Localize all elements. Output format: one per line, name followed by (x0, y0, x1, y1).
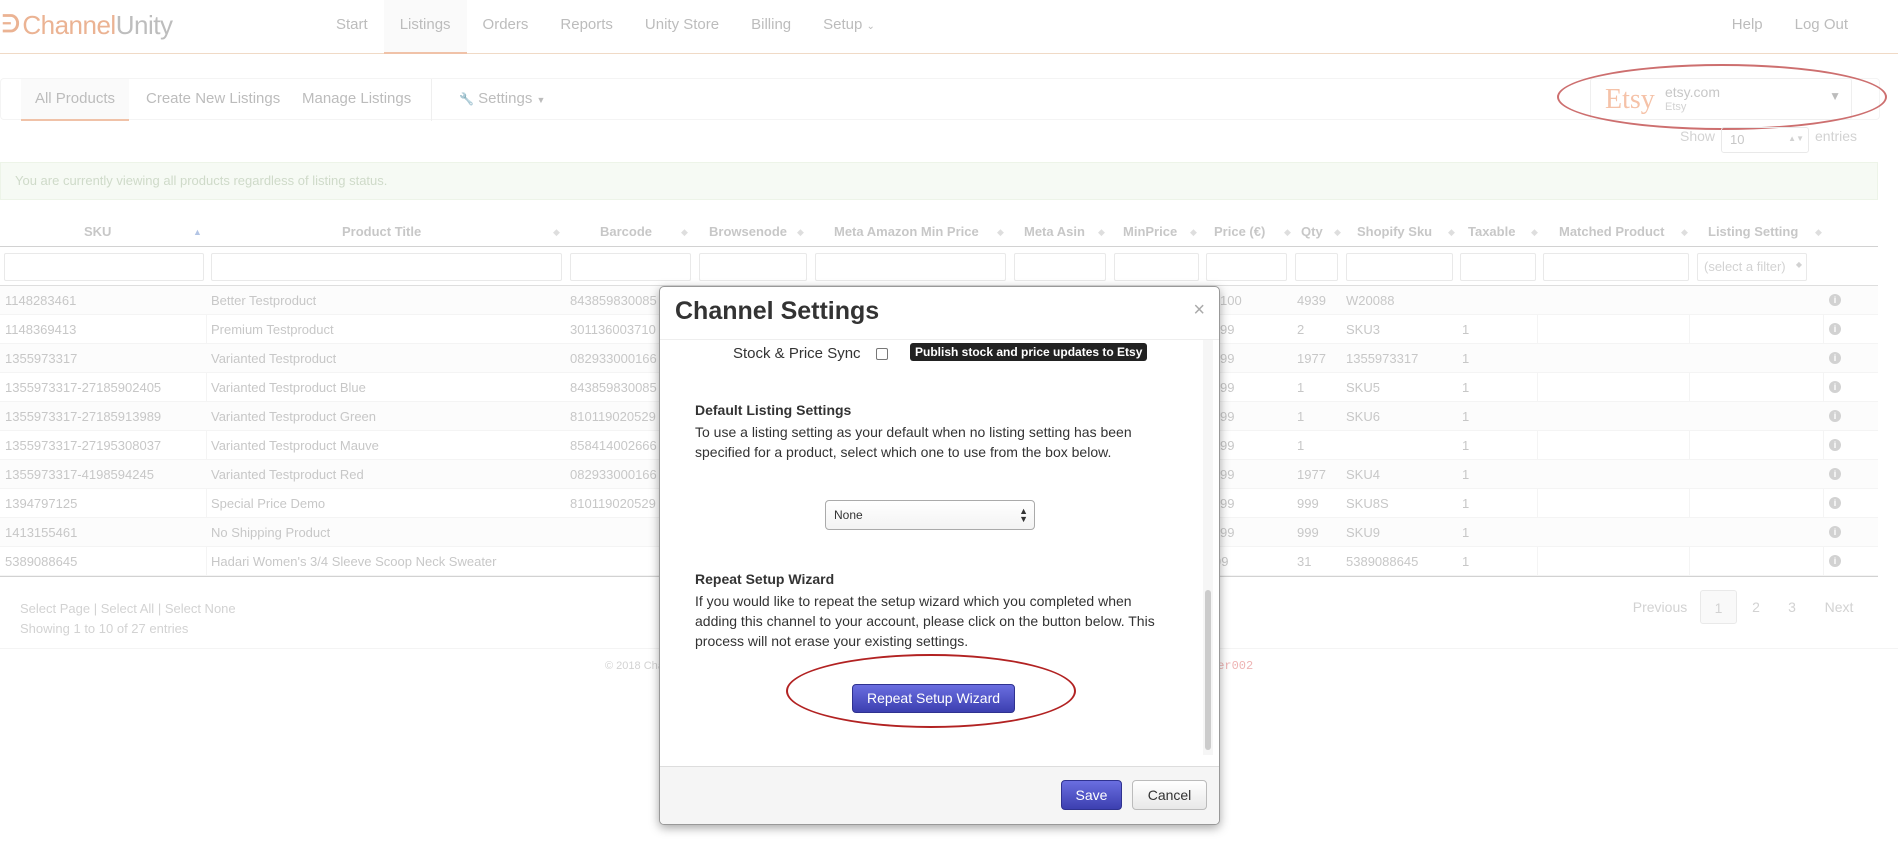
wizard-title: Repeat Setup Wizard (695, 571, 835, 587)
stock-price-sync-label: Stock & Price Sync (733, 345, 861, 362)
default-listing-select[interactable]: None ▲ ▼ (825, 500, 1035, 530)
default-listing-value: None (834, 508, 863, 522)
repeat-setup-wizard-button[interactable]: Repeat Setup Wizard (852, 684, 1015, 713)
close-icon[interactable]: × (1193, 299, 1205, 322)
modal-scrollbar[interactable] (1203, 340, 1213, 755)
modal-body: Stock & Price Sync Publish stock and pri… (660, 339, 1219, 755)
channel-settings-modal: Channel Settings × Stock & Price Sync Pu… (659, 286, 1220, 825)
sync-tooltip: Publish stock and price updates to Etsy (910, 343, 1148, 361)
modal-title: Channel Settings (675, 297, 880, 325)
default-listing-title: Default Listing Settings (695, 402, 852, 418)
modal-footer: Save Cancel (660, 766, 1219, 824)
cancel-button[interactable]: Cancel (1132, 780, 1207, 810)
save-button[interactable]: Save (1061, 780, 1122, 810)
select-arrows-icon: ▲▼ (1019, 506, 1028, 524)
stock-price-sync-checkbox[interactable] (876, 348, 888, 360)
wizard-text: If you would like to repeat the setup wi… (695, 593, 1155, 649)
scrollbar-thumb[interactable] (1205, 590, 1211, 750)
default-listing-text: To use a listing setting as your default… (695, 424, 1132, 460)
